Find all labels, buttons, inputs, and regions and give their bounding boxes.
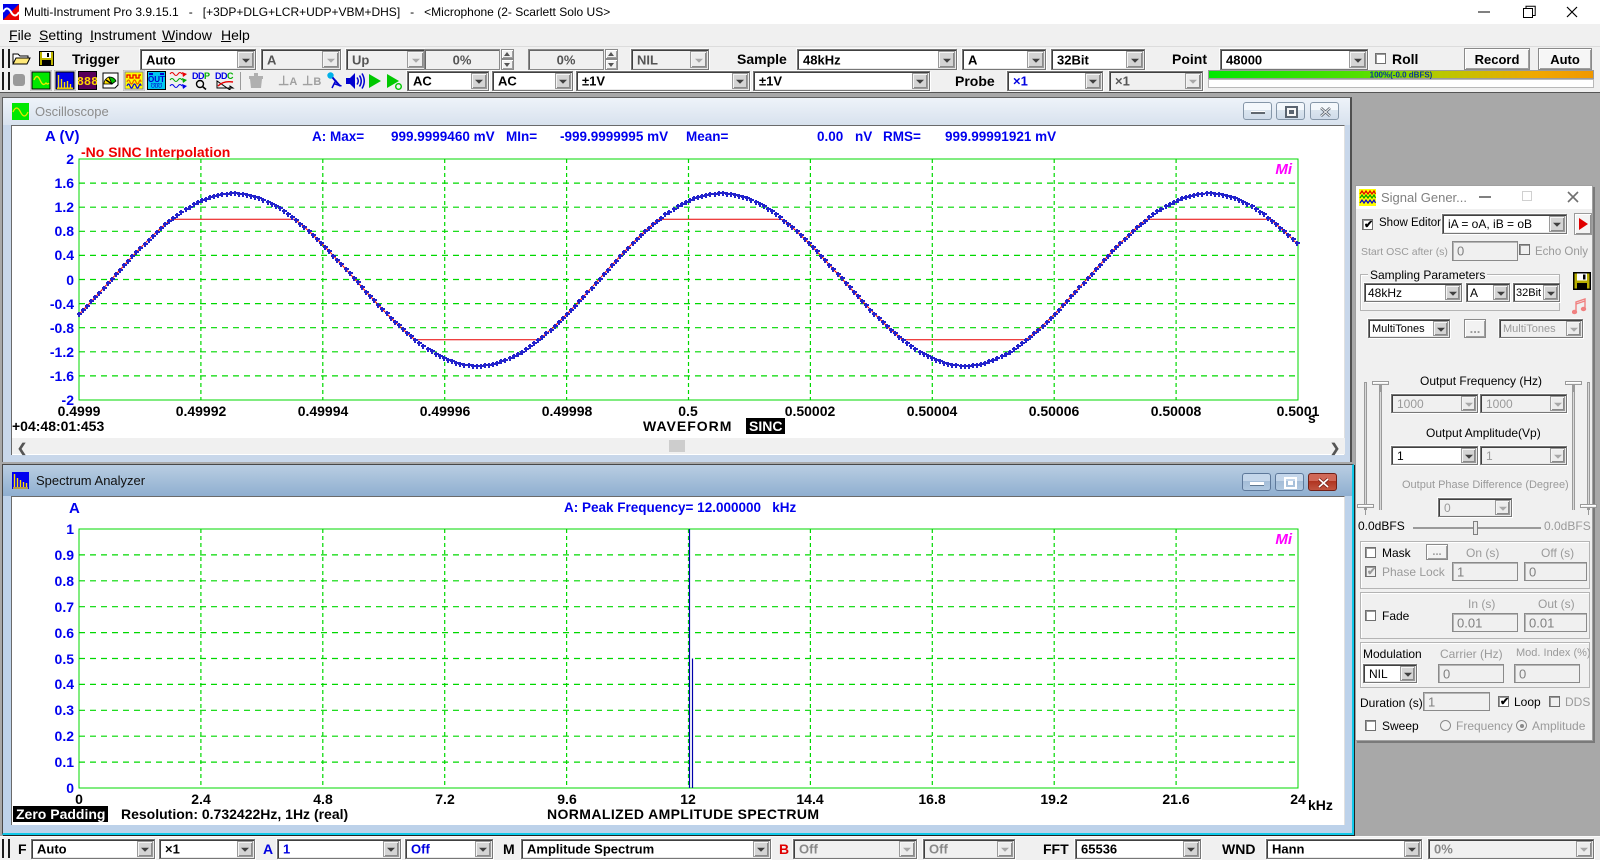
svg-text:C: C	[227, 71, 234, 81]
svg-text:Mi: Mi	[1275, 161, 1292, 178]
svg-text:Mi: Mi	[1275, 531, 1292, 548]
svg-text:P: P	[204, 71, 210, 81]
svg-text:000: 000	[151, 83, 162, 90]
svg-text:888: 888	[78, 75, 97, 89]
